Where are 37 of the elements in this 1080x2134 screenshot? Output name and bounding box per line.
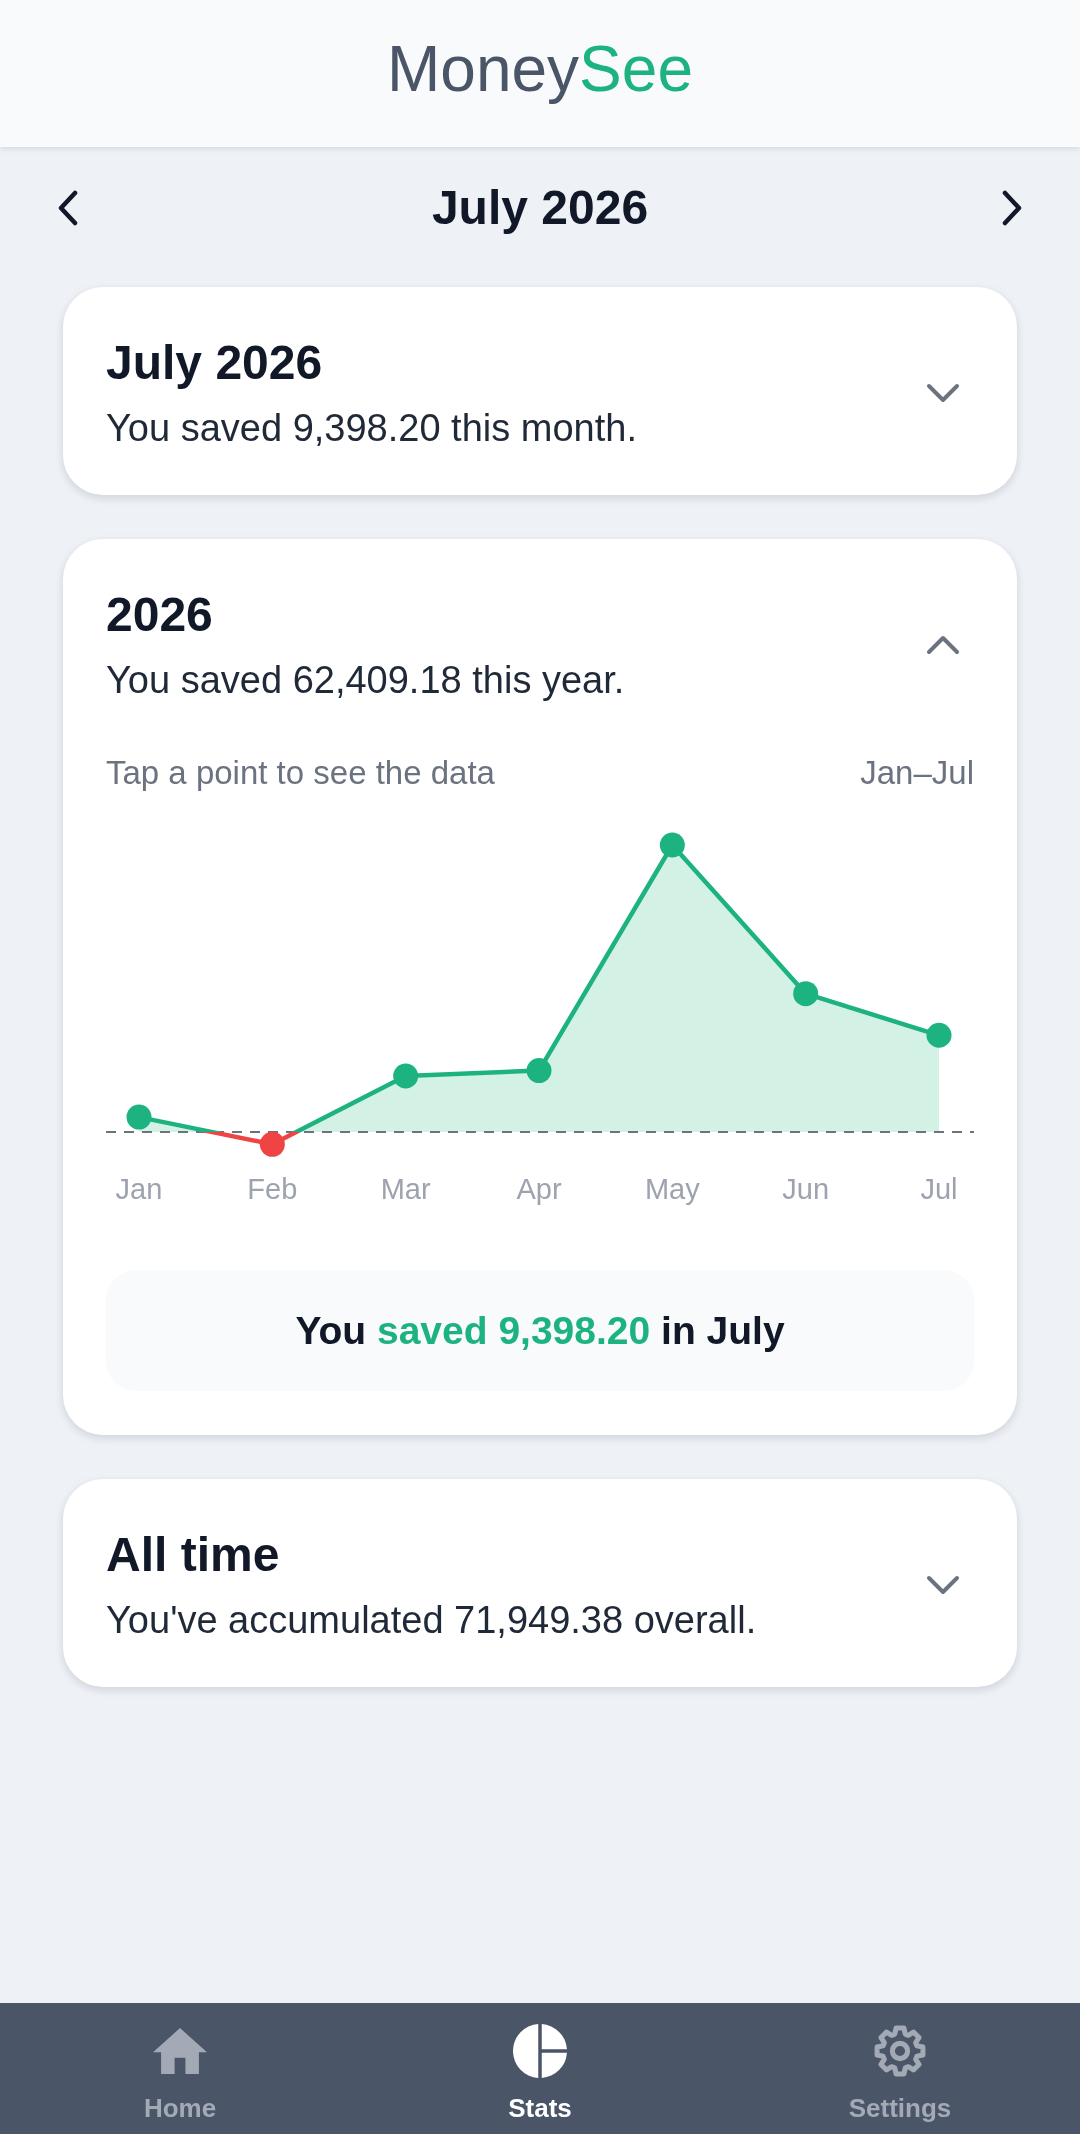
chevron-left-icon[interactable] — [58, 190, 78, 226]
chevron-right-icon[interactable] — [1002, 190, 1022, 226]
chart-range: Jan–Jul — [860, 753, 974, 793]
chart-hint: Tap a point to see the data — [106, 753, 495, 793]
month-label: Feb — [247, 1173, 298, 1205]
data-point[interactable] — [926, 1022, 952, 1048]
card-subtitle: You saved 9,398.20 this month. — [106, 406, 637, 451]
card-subtitle: You saved 62,409.18 this year. — [106, 658, 625, 703]
month-label: Mar — [380, 1173, 431, 1205]
summary-card[interactable]: July 2026 You saved 9,398.20 this month. — [63, 287, 1017, 495]
month-label: Apr — [516, 1173, 562, 1205]
month-label: Jan — [115, 1173, 163, 1205]
card-subtitle: You've accumulated 71,949.38 overall. — [106, 1598, 757, 1643]
selection-summary: You saved 9,398.20 in July — [295, 1307, 785, 1354]
month-label: Jul — [920, 1173, 958, 1205]
card-title: July 2026 — [106, 335, 324, 391]
card-title: All time — [106, 1527, 281, 1583]
chevron-down-icon[interactable] — [926, 383, 960, 403]
month-title: July 2026 — [431, 180, 649, 236]
home-icon — [153, 2028, 207, 2074]
app-logo: MoneySee — [387, 31, 693, 106]
data-point[interactable] — [126, 1104, 152, 1130]
data-point[interactable] — [659, 832, 685, 858]
chevron-up-icon[interactable] — [926, 635, 960, 655]
stats-tab[interactable]: Stats — [508, 2024, 572, 2123]
summary-card[interactable]: All time You've accumulated 71,949.38 overall. — [63, 1479, 1017, 1687]
month-label: Jun — [782, 1173, 830, 1205]
chevron-down-icon[interactable] — [926, 1575, 960, 1595]
data-point[interactable] — [393, 1063, 419, 1089]
summary-card[interactable]: 2026 You saved 62,409.18 this year. Tap a point to see the data Jan–Jul Jan Feb Mar Apr May Jun Jul You saved 9,398.20 in July — [63, 539, 1017, 1435]
settings-icon — [874, 2025, 926, 2077]
data-point[interactable] — [259, 1131, 285, 1157]
month-label: May — [644, 1173, 700, 1205]
pie-chart-icon — [513, 2024, 567, 2078]
data-point[interactable] — [793, 981, 819, 1007]
card-title: 2026 — [106, 587, 214, 643]
data-point[interactable] — [526, 1058, 552, 1084]
